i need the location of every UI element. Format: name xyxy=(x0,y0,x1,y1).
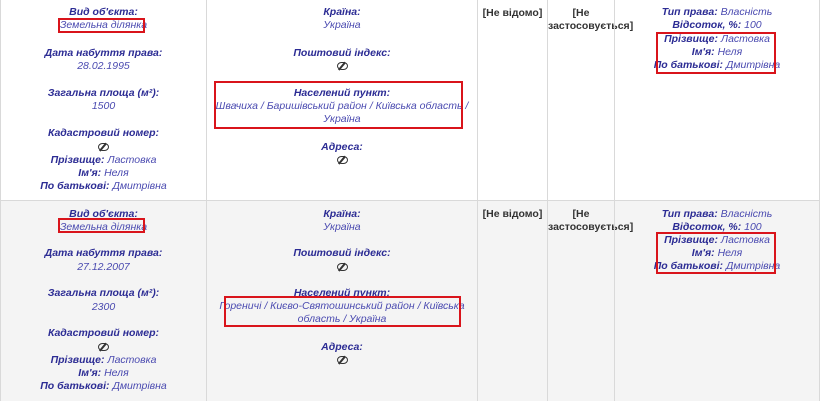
surname-line: Прізвище: Ластовка xyxy=(1,354,206,366)
total-area-label: Загальна площа (м²): xyxy=(47,87,160,99)
highlight-box-object-type xyxy=(58,218,145,233)
not-applicable-cell: [Не застосовується] xyxy=(547,0,634,200)
eye-slash-icon xyxy=(336,262,348,271)
object-type-label: Вид об'єкта: xyxy=(69,6,138,18)
cadastral-label: Кадастровий номер: xyxy=(48,327,159,339)
name-label: Ім'я: xyxy=(78,367,102,379)
percent-line: Відсоток, %: 100 xyxy=(615,19,819,31)
not-applicable-line2: застосовується] xyxy=(548,221,634,233)
patronymic-label: По батькові: xyxy=(40,380,110,392)
postal-index-label: Поштовий індекс: xyxy=(293,47,391,59)
eye-slash-icon xyxy=(98,342,109,351)
not-applicable-cell: [Не застосовується] xyxy=(547,201,634,401)
highlight-box-object-type xyxy=(58,18,145,33)
percent-value: 100 xyxy=(744,19,762,31)
address-label: Адреса: xyxy=(321,341,363,353)
total-area-value: 2300 xyxy=(91,301,116,313)
right-type-label: Тип права: xyxy=(661,6,718,18)
right-type-line: Тип права: Власність xyxy=(615,6,819,18)
unknown-cell: [Не відомо] xyxy=(477,201,547,401)
acquired-date-label: Дата набуття права: xyxy=(44,47,163,59)
patronymic-line: По батькові: Дмитрівна xyxy=(1,180,206,192)
surname-value: Ластовка xyxy=(107,354,157,366)
name-line: Ім'я: Неля xyxy=(1,367,206,379)
highlight-box-settlement xyxy=(224,296,461,327)
surname-label: Прізвище: xyxy=(50,154,105,166)
cadastral-label: Кадастровий номер: xyxy=(48,127,159,139)
address-label: Адреса: xyxy=(321,141,363,153)
patronymic-label: По батькові: xyxy=(40,180,110,192)
country-label: Країна: xyxy=(323,208,361,220)
surname-label: Прізвище: xyxy=(50,354,105,366)
highlight-box-owner xyxy=(656,32,776,74)
postal-index-label: Поштовий індекс: xyxy=(293,247,391,259)
unknown-cell: [Не відомо] xyxy=(477,0,547,200)
country-value: Україна xyxy=(323,19,361,31)
eye-slash-icon xyxy=(336,355,348,364)
total-area-value: 1500 xyxy=(91,100,116,112)
patronymic-line: По батькові: Дмитрівна xyxy=(1,380,206,392)
highlight-box-owner xyxy=(656,232,776,274)
country-value: Україна xyxy=(323,221,361,233)
surname-line: Прізвище: Ластовка xyxy=(1,154,206,166)
acquired-date-value: 27.12.2007 xyxy=(77,261,130,273)
rights-cell: Тип права: Власність Відсоток, %: 100 Пр… xyxy=(614,0,820,200)
rights-cell: Тип права: Власність Відсоток, %: 100 Пр… xyxy=(614,201,820,401)
eye-slash-icon xyxy=(336,155,348,164)
name-value: Неля xyxy=(104,167,129,179)
acquired-date-value: 28.02.1995 xyxy=(77,60,130,72)
eye-slash-icon xyxy=(98,142,109,151)
percent-label: Відсоток, %: xyxy=(672,19,742,31)
right-type-line: Тип права: Власність xyxy=(615,208,819,220)
patronymic-value: Дмитрівна xyxy=(112,180,167,192)
country-label: Країна: xyxy=(323,6,361,18)
not-applicable-line1: [Не xyxy=(572,7,590,19)
name-label: Ім'я: xyxy=(78,167,102,179)
right-type-value: Власність xyxy=(720,6,773,18)
right-type-label: Тип права: xyxy=(661,208,718,220)
acquired-date-label: Дата набуття права: xyxy=(44,247,163,259)
eye-slash-icon xyxy=(336,61,348,70)
name-value: Неля xyxy=(104,367,129,379)
surname-value: Ластовка xyxy=(107,154,157,166)
patronymic-value: Дмитрівна xyxy=(112,380,167,392)
right-type-value: Власність xyxy=(720,208,773,220)
name-line: Ім'я: Неля xyxy=(1,167,206,179)
not-known-text: [Не відомо] xyxy=(482,208,543,220)
not-applicable-line2: застосовується] xyxy=(548,20,634,32)
not-known-text: [Не відомо] xyxy=(482,7,543,19)
not-applicable-line1: [Не xyxy=(572,208,590,220)
total-area-label: Загальна площа (м²): xyxy=(47,287,160,299)
highlight-box-settlement xyxy=(214,81,463,129)
